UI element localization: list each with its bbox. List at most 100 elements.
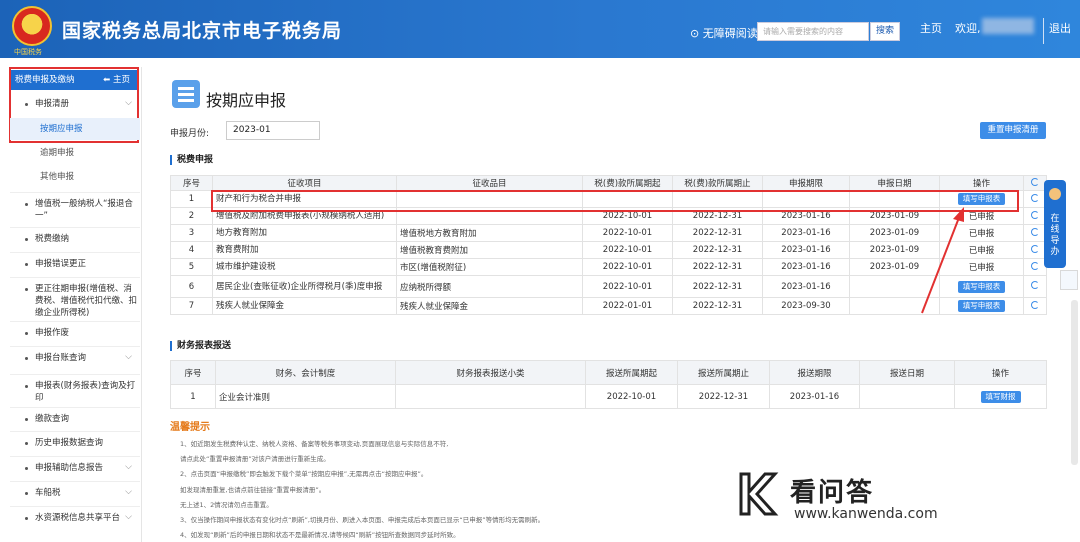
sidebar-subitem[interactable]: 按期应申报: [10, 118, 140, 140]
document-list-icon: [172, 80, 200, 108]
top-header: 中国税务 国家税务总局北京市电子税务局 ⊙ 无障碍阅读 请输入需要搜索的内容 搜…: [0, 0, 1080, 58]
column-header: 征收品目: [396, 175, 583, 191]
sidebar-item[interactable]: 申报台账查询 ⌵: [10, 352, 140, 364]
chevron-down-icon: ⌵: [125, 512, 132, 522]
sidebar-divider: [10, 456, 140, 457]
column-header: 财务报表报送小类: [395, 360, 586, 385]
cell-deadline: 2023-01-16: [762, 258, 850, 276]
sidebar-item-label: 增值税一般纳税人“报退合一”: [35, 199, 133, 221]
bullet-icon: [25, 467, 28, 470]
sidebar-divider: [10, 321, 140, 322]
column-header: 报送期限: [769, 360, 860, 385]
column-header: 财务、会计制度: [215, 360, 396, 385]
cell-to: 2022-12-31: [677, 384, 770, 409]
sidebar-divider: [10, 374, 140, 375]
cell-system: 企业会计准则: [215, 384, 396, 409]
bullet-icon: [25, 263, 28, 266]
cell-no: 7: [170, 297, 213, 315]
column-header: 税(费)款所属期止: [672, 175, 763, 191]
sidebar-item-label: 申报错误更正: [35, 259, 87, 269]
sidebar-item[interactable]: 申报辅助信息报告 ⌵: [10, 462, 140, 474]
customer-service-icon[interactable]: [1060, 270, 1078, 290]
sidebar-divider: [10, 506, 140, 507]
refresh-cell[interactable]: [1023, 297, 1047, 315]
refresh-cell[interactable]: [1023, 275, 1047, 298]
sidebar-item[interactable]: 申报错误更正: [10, 258, 140, 270]
financial-report-table: 序号 财务、会计制度 财务报表报送小类 报送所属期起 报送所属期止 报送期限 报送日期 操作 …: [170, 360, 1047, 409]
month-label: 申报月份:: [170, 129, 210, 139]
refresh-icon[interactable]: [1031, 244, 1039, 253]
sidebar-divider: [10, 481, 140, 482]
reset-declaration-list-button[interactable]: 重置申报清册: [980, 122, 1046, 139]
tips-title: 温馨提示: [170, 422, 210, 433]
sidebar-subitem[interactable]: 逾期申报: [10, 142, 140, 164]
cell-deadline: 2023-01-16: [769, 384, 860, 409]
refresh-icon[interactable]: [1031, 177, 1039, 186]
online-guide-button[interactable]: 在线导办: [1044, 180, 1066, 268]
table-row: 7 残疾人就业保障金 残疾人就业保障金 2022-01-01 2022-12-31 202…: [170, 297, 1047, 315]
logout-link[interactable]: 退出: [1049, 20, 1071, 36]
sidebar-divider: [10, 227, 140, 228]
sidebar-item[interactable]: 税费缴纳: [10, 233, 140, 245]
cell-no: 3: [170, 224, 213, 242]
cell-item: 教育费附加: [212, 241, 397, 259]
sidebar-item[interactable]: 增值税一般纳税人“报退合一” ⌵: [10, 198, 140, 222]
cell-item: 居民企业(查账征收)企业所得税月(季)度申报: [212, 275, 397, 298]
tip-line: 如发现清册重复,也请点前往链接“重置申报清册”。: [180, 486, 326, 494]
tip-line: 4、如发现“刷新”后的申报日期和状态不是最新情况,请等候四“刷新”按钮所查数据同…: [180, 531, 460, 539]
scrollbar[interactable]: [1071, 300, 1078, 465]
sidebar-subitem[interactable]: 其他申报: [10, 166, 140, 188]
sidebar-item[interactable]: 申报作废: [10, 327, 140, 339]
emblem-caption: 中国税务: [14, 48, 42, 56]
sidebar-item[interactable]: 缴款查询: [10, 413, 140, 425]
month-field[interactable]: 2023-01: [226, 121, 320, 140]
cell-item: 城市维护建设税: [212, 258, 397, 276]
column-header: 征收项目: [212, 175, 397, 191]
sidebar-divider: [10, 407, 140, 408]
chevron-down-icon: ⌵: [125, 380, 132, 390]
search-button[interactable]: 搜索: [870, 22, 900, 41]
refresh-icon[interactable]: [1031, 281, 1039, 289]
accessibility-link[interactable]: ⊙ 无障碍阅读: [690, 25, 758, 41]
sidebar-item-label: 申报作废: [35, 328, 70, 338]
cell-from: 2022-10-01: [582, 241, 673, 259]
cell-no: 4: [170, 241, 213, 259]
sidebar-item[interactable]: 申报清册 ⌵: [10, 98, 140, 110]
cell-from: 2022-01-01: [582, 297, 673, 315]
cell-date: [859, 384, 955, 409]
sidebar-item[interactable]: 水资源税信息共享平台 ⌵: [10, 512, 140, 524]
column-header: 税(费)款所属期起: [582, 175, 673, 191]
sidebar-divider: [10, 346, 140, 347]
refresh-icon[interactable]: [1031, 193, 1039, 202]
refresh-icon[interactable]: [1031, 261, 1039, 270]
cell-from: 2022-10-01: [582, 258, 673, 276]
cell-deadline: 2023-01-16: [762, 275, 850, 298]
sidebar-divider: [10, 252, 140, 253]
operation-cell: 填写财报: [954, 384, 1047, 409]
top-home-link[interactable]: 主页: [920, 20, 942, 36]
column-header: 申报日期: [849, 175, 940, 191]
column-header: 序号: [170, 175, 213, 191]
watermark-text: 看问答: [790, 478, 875, 508]
tip-line: 1、如近期发生税费种认定、纳税人资格、备案等税务事项变动,页面展现信息与实际信息…: [180, 440, 449, 448]
table-row: 5 城市维护建设税 市区(增值税附征) 2022-10-01 2022-12-31 202…: [170, 258, 1047, 276]
sidebar-item-label: 申报台账查询: [35, 353, 87, 363]
sidebar-item[interactable]: 更正往期申报(增值税、消费税、增值税代扣代缴、扣缴企业所得税): [10, 283, 140, 319]
fill-report-button[interactable]: 填写财报: [980, 390, 1021, 403]
sidebar-item[interactable]: 车船税 ⌵: [10, 487, 140, 499]
sidebar-item[interactable]: 历史申报数据查询: [10, 437, 140, 449]
refresh-icon[interactable]: [1031, 227, 1039, 236]
refresh-icon[interactable]: [1031, 210, 1039, 219]
sidebar-item-label: 申报辅助信息报告: [35, 463, 104, 473]
bullet-icon: [25, 332, 28, 335]
bullet-icon: [25, 418, 28, 421]
chevron-down-icon: ⌵: [125, 462, 132, 472]
cell-item: 残疾人就业保障金: [212, 297, 397, 315]
refresh-icon[interactable]: [1031, 300, 1039, 309]
cell-sub: 市区(增值税附征): [396, 258, 583, 276]
bullet-icon: [25, 357, 28, 360]
search-input[interactable]: 请输入需要搜索的内容: [757, 22, 869, 41]
sidebar-item[interactable]: 申报表(财务报表)查询及打印 ⌵: [10, 380, 140, 404]
bullet-icon: [25, 442, 28, 445]
page-title: 按期应申报: [206, 91, 287, 110]
